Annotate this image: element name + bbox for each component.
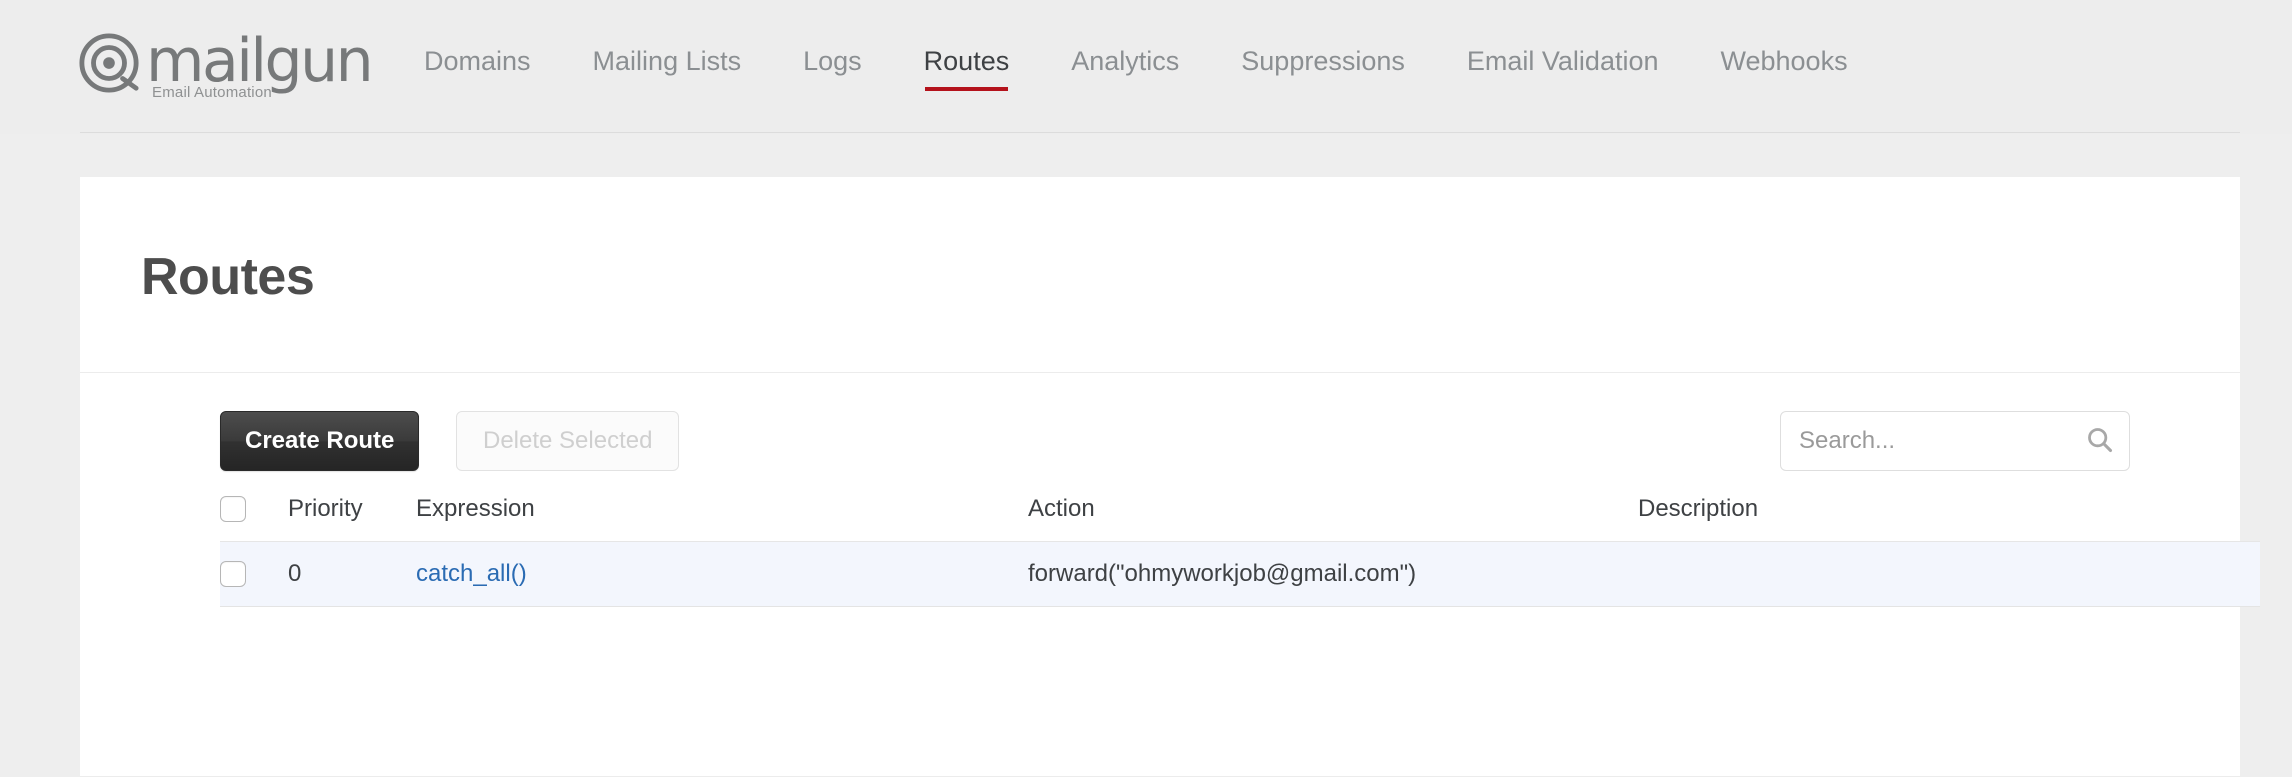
column-header-description[interactable]: Description	[1638, 489, 2260, 542]
page-title: Routes	[141, 248, 315, 306]
nav-item-label: Domains	[424, 46, 531, 76]
table-body: 0 catch_all() forward("ohmyworkjob@gmail…	[220, 541, 2260, 607]
search-input[interactable]	[1780, 411, 2130, 471]
table-row[interactable]: 0 catch_all() forward("ohmyworkjob@gmail…	[220, 541, 2260, 607]
nav-item-label: Analytics	[1071, 46, 1180, 76]
nav-item-label: Logs	[803, 46, 862, 76]
panel-footer	[80, 607, 2240, 777]
search-box	[1780, 411, 2130, 471]
row-checkbox[interactable]	[220, 561, 246, 587]
nav-item-email-validation[interactable]: Email Validation	[1467, 44, 1659, 84]
column-header-priority[interactable]: Priority	[288, 489, 416, 542]
column-header-action[interactable]: Action	[1028, 489, 1638, 542]
nav-item-label: Routes	[923, 46, 1010, 76]
top-navigation-bar: mailgun Email Automation Domains Mailing…	[0, 0, 2292, 134]
nav-item-analytics[interactable]: Analytics	[1071, 44, 1179, 84]
row-action: forward("ohmyworkjob@gmail.com")	[1028, 541, 1638, 607]
row-select-cell	[220, 541, 288, 607]
logo-wordmark: mailgun	[146, 26, 374, 96]
mailgun-logo[interactable]: mailgun Email Automation	[78, 26, 374, 102]
table-header-row: Priority Expression Action Description	[220, 489, 2260, 542]
routes-table: Priority Expression Action Description 0…	[220, 489, 2260, 607]
nav-item-mailing-lists[interactable]: Mailing Lists	[593, 44, 742, 84]
nav-item-routes[interactable]: Routes	[923, 44, 1010, 91]
row-priority: 0	[288, 541, 416, 607]
nav-item-logs[interactable]: Logs	[803, 44, 862, 84]
logo-tagline: Email Automation	[152, 84, 272, 101]
create-route-button[interactable]: Create Route	[220, 411, 420, 471]
routes-table-wrap: Priority Expression Action Description 0…	[80, 489, 2260, 607]
nav-item-domains[interactable]: Domains	[424, 44, 531, 84]
select-all-checkbox[interactable]	[220, 496, 246, 522]
row-expression-cell: catch_all()	[416, 541, 1028, 607]
nav-item-label: Email Validation	[1466, 46, 1659, 76]
topbar-divider	[80, 132, 2240, 133]
select-all-header	[220, 489, 288, 542]
table-head: Priority Expression Action Description	[220, 489, 2260, 542]
row-description	[1638, 541, 2260, 607]
routes-panel: Routes Create Route Delete Selected Sear…	[80, 177, 2260, 777]
at-sign-icon	[79, 33, 139, 93]
nav-item-suppressions[interactable]: Suppressions	[1241, 44, 1405, 84]
nav-item-label: Suppressions	[1241, 46, 1405, 76]
nav-item-label: Webhooks	[1720, 46, 1848, 76]
column-header-expression[interactable]: Expression	[416, 489, 1028, 542]
panel-header: Routes	[80, 177, 2240, 373]
nav-item-webhooks[interactable]: Webhooks	[1721, 44, 1848, 84]
main-nav: Domains Mailing Lists Logs Routes Analyt…	[424, 44, 1848, 91]
routes-toolbar: Create Route Delete Selected	[80, 373, 2240, 489]
route-expression-link[interactable]: catch_all()	[416, 560, 527, 587]
nav-item-label: Mailing Lists	[592, 46, 742, 76]
delete-selected-button[interactable]: Delete Selected	[456, 411, 680, 471]
